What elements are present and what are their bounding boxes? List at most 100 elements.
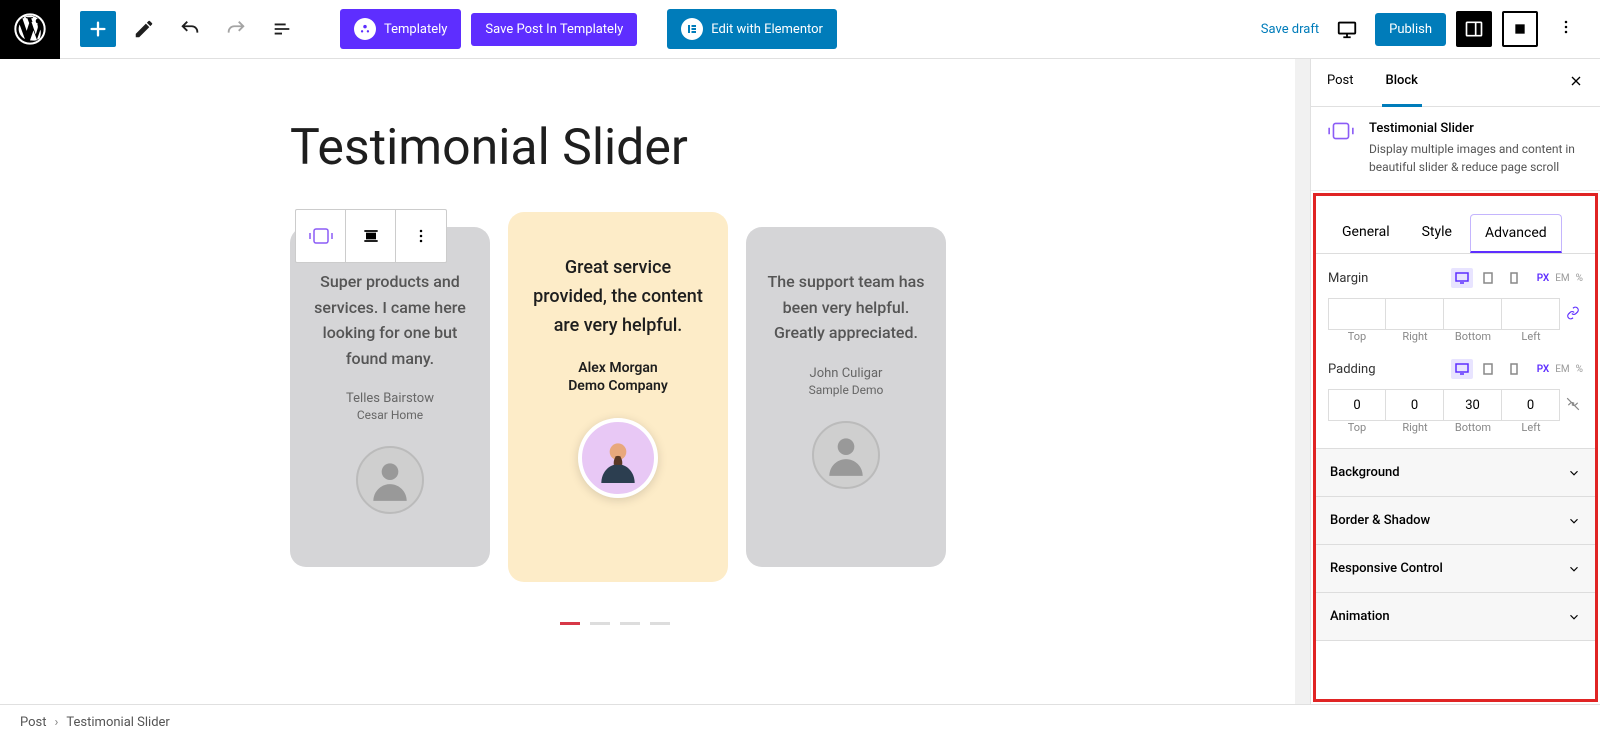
plus-icon: [87, 18, 109, 40]
accordion-border-shadow[interactable]: Border & Shadow: [1316, 497, 1595, 545]
slider-pagination: [560, 622, 1310, 625]
margin-bottom-input[interactable]: [1444, 298, 1502, 330]
margin-top-input[interactable]: [1328, 298, 1386, 330]
accordion-label: Responsive Control: [1330, 561, 1443, 576]
label-top: Top: [1328, 421, 1386, 434]
tab-block[interactable]: Block: [1370, 59, 1434, 106]
chevron-down-icon: [1567, 466, 1581, 480]
desktop-icon: [1455, 363, 1469, 375]
chevron-down-icon: [1567, 610, 1581, 624]
testimonial-card[interactable]: The support team has been very helpful. …: [746, 227, 946, 567]
tab-general[interactable]: General: [1328, 214, 1404, 253]
save-templately-button[interactable]: Save Post In Templately: [471, 13, 637, 46]
tab-style[interactable]: Style: [1408, 214, 1466, 253]
padding-left-input[interactable]: [1502, 389, 1560, 421]
elementor-icon: [681, 18, 703, 40]
mobile-icon: [1510, 363, 1518, 375]
pencil-icon: [133, 18, 155, 40]
avatar: [356, 446, 424, 514]
testimonial-company: Sample Demo: [809, 383, 884, 397]
unit-px[interactable]: PX: [1537, 273, 1550, 284]
publish-button[interactable]: Publish: [1375, 13, 1446, 46]
device-tablet[interactable]: [1477, 268, 1499, 288]
testimonial-text: Super products and services. I came here…: [310, 269, 470, 371]
accordion-responsive[interactable]: Responsive Control: [1316, 545, 1595, 593]
block-options-button[interactable]: [396, 210, 446, 262]
dots-vertical-icon: [1556, 17, 1576, 37]
block-type-button[interactable]: [296, 210, 346, 262]
unlink-values-button[interactable]: [1566, 396, 1580, 415]
save-draft-link[interactable]: Save draft: [1261, 22, 1319, 37]
tab-post[interactable]: Post: [1311, 59, 1370, 106]
unit-pct[interactable]: %: [1576, 273, 1583, 284]
padding-bottom-input[interactable]: [1444, 389, 1502, 421]
wordpress-icon: [14, 13, 46, 45]
block-description: Display multiple images and content in b…: [1369, 140, 1584, 176]
unlink-icon: [1566, 397, 1580, 411]
link-values-button[interactable]: [1566, 305, 1580, 324]
label-bottom: Bottom: [1444, 421, 1502, 434]
accordion-background[interactable]: Background: [1316, 449, 1595, 497]
edit-button[interactable]: [126, 11, 162, 47]
testimonial-slider: Super products and services. I came here…: [290, 227, 1310, 582]
testimonial-author: Telles Bairstow: [346, 391, 434, 406]
device-mobile[interactable]: [1503, 268, 1525, 288]
pager-dot[interactable]: [650, 622, 670, 625]
label-left: Left: [1502, 330, 1560, 343]
device-mobile[interactable]: [1503, 359, 1525, 379]
device-desktop[interactable]: [1451, 268, 1473, 288]
padding-label: Padding: [1328, 362, 1376, 377]
padding-right-input[interactable]: [1386, 389, 1444, 421]
wp-logo[interactable]: [0, 0, 60, 59]
pager-dot[interactable]: [560, 622, 580, 625]
margin-right-input[interactable]: [1386, 298, 1444, 330]
add-block-button[interactable]: [80, 11, 116, 47]
testimonial-card[interactable]: Super products and services. I came here…: [290, 227, 490, 567]
save-templately-label: Save Post In Templately: [485, 22, 623, 37]
elementor-button[interactable]: Edit with Elementor: [667, 9, 837, 49]
margin-left-input[interactable]: [1502, 298, 1560, 330]
outline-button[interactable]: [264, 11, 300, 47]
testimonial-text: The support team has been very helpful. …: [766, 269, 926, 346]
unit-em[interactable]: EM: [1555, 364, 1569, 375]
align-icon: [361, 226, 381, 246]
breadcrumb-current[interactable]: Testimonial Slider: [66, 715, 169, 730]
unit-pct[interactable]: %: [1576, 364, 1583, 375]
label-top: Top: [1328, 330, 1386, 343]
device-tablet[interactable]: [1477, 359, 1499, 379]
link-icon: [1566, 306, 1580, 320]
accordion-label: Background: [1330, 465, 1400, 480]
block-header-icon: [1327, 121, 1355, 176]
listview-button[interactable]: [1502, 11, 1538, 47]
testimonial-company: Cesar Home: [357, 408, 423, 422]
accordion-animation[interactable]: Animation: [1316, 593, 1595, 641]
redo-button[interactable]: [218, 11, 254, 47]
testimonial-card-active[interactable]: Great service provided, the content are …: [508, 212, 728, 582]
preview-button[interactable]: [1329, 11, 1365, 47]
tab-advanced[interactable]: Advanced: [1470, 214, 1562, 253]
padding-top-input[interactable]: [1328, 389, 1386, 421]
elementor-label: Edit with Elementor: [711, 22, 823, 37]
editor-canvas[interactable]: Testimonial Slider Super products and se…: [0, 59, 1310, 704]
margin-label: Margin: [1328, 271, 1368, 286]
align-button[interactable]: [346, 210, 396, 262]
undo-button[interactable]: [172, 11, 208, 47]
chevron-right-icon: ›: [55, 715, 59, 730]
close-sidebar-button[interactable]: [1552, 59, 1600, 106]
testimonial-author: Alex Morgan: [578, 360, 657, 376]
unit-em[interactable]: EM: [1555, 273, 1569, 284]
undo-icon: [179, 18, 201, 40]
block-toolbar: [295, 209, 447, 263]
breadcrumb-root[interactable]: Post: [20, 715, 47, 730]
more-options-button[interactable]: [1548, 17, 1584, 41]
unit-px[interactable]: PX: [1537, 364, 1550, 375]
accordion-label: Border & Shadow: [1330, 513, 1430, 528]
testimonial-text: Great service provided, the content are …: [528, 254, 708, 340]
label-left: Left: [1502, 421, 1560, 434]
settings-button[interactable]: [1456, 11, 1492, 47]
page-title[interactable]: Testimonial Slider: [290, 119, 1310, 177]
templately-button[interactable]: Templately: [340, 9, 461, 49]
pager-dot[interactable]: [620, 622, 640, 625]
pager-dot[interactable]: [590, 622, 610, 625]
device-desktop[interactable]: [1451, 359, 1473, 379]
